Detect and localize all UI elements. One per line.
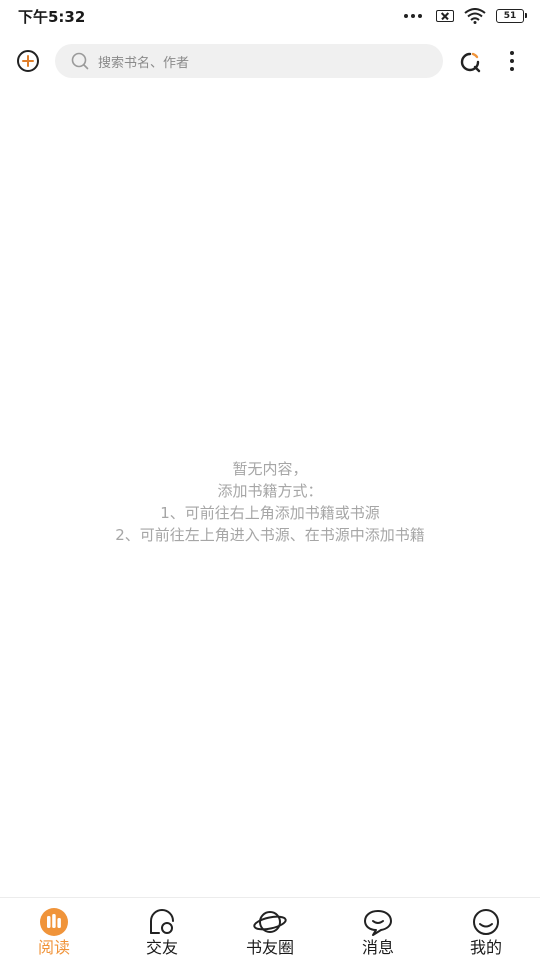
no-sim-icon bbox=[436, 10, 454, 22]
nav-label-friends: 交友 bbox=[145, 938, 178, 957]
refresh-icon[interactable] bbox=[457, 49, 483, 75]
nav-label-profile: 我的 bbox=[469, 938, 502, 957]
nav-label-book-circle: 书友圈 bbox=[245, 938, 294, 957]
search-placeholder: 搜索书名、作者 bbox=[98, 55, 190, 71]
search-input[interactable]: 搜索书名、作者 bbox=[55, 44, 443, 78]
empty-state-line: 添加书籍方式： bbox=[217, 482, 323, 500]
nav-item-messages[interactable]: 消息 bbox=[324, 898, 432, 960]
profile-icon bbox=[473, 909, 499, 935]
read-icon bbox=[40, 908, 68, 936]
empty-state-line: 2、可前往左上角进入书源、在书源中添加书籍 bbox=[115, 526, 425, 544]
more-notifications-icon bbox=[404, 14, 422, 18]
add-button[interactable] bbox=[15, 48, 41, 74]
nav-item-friends[interactable]: 交友 bbox=[108, 898, 216, 960]
status-time: 下午5:32 bbox=[18, 8, 86, 26]
battery-icon: 51 bbox=[496, 9, 527, 23]
friends-icon bbox=[150, 909, 174, 934]
bottom-navigation: 阅读 交友 书友圈 消息 我的 bbox=[0, 897, 540, 960]
nav-item-read[interactable]: 阅读 bbox=[0, 898, 108, 960]
nav-item-book-circle[interactable]: 书友圈 bbox=[216, 898, 324, 960]
nav-item-profile[interactable]: 我的 bbox=[432, 898, 540, 960]
empty-state-line: 暂无内容， bbox=[232, 460, 308, 478]
status-bar: 下午5:32 51 bbox=[0, 0, 540, 32]
search-icon bbox=[71, 52, 89, 70]
more-menu-button[interactable] bbox=[500, 48, 524, 74]
nav-label-messages: 消息 bbox=[361, 938, 394, 957]
top-toolbar: 搜索书名、作者 bbox=[0, 40, 540, 82]
nav-label-read: 阅读 bbox=[37, 938, 70, 957]
planet-icon bbox=[253, 911, 287, 933]
empty-state-line: 1、可前往右上角添加书籍或书源 bbox=[160, 504, 380, 522]
status-icons: 51 bbox=[404, 6, 527, 26]
battery-level: 51 bbox=[503, 11, 517, 21]
message-icon bbox=[364, 910, 392, 936]
empty-state-message: 暂无内容， 添加书籍方式： 1、可前往右上角添加书籍或书源 2、可前往左上角进入… bbox=[0, 458, 540, 546]
wifi-icon bbox=[464, 8, 486, 24]
